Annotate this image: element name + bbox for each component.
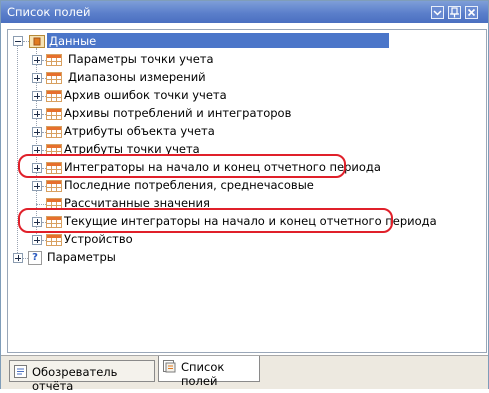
selection-bar [47,33,389,48]
highlight-ring [18,208,393,233]
pin-button[interactable] [448,6,461,19]
table-icon [46,90,62,102]
tree-node-label: Диапазоны измерений [68,70,206,84]
tree-node-data[interactable]: Данные [8,32,486,50]
table-icon [46,126,62,138]
tree-node-label: Атрибуты объекта учета [64,124,215,138]
highlight-ring [18,154,346,178]
chevron-down-icon [433,10,442,16]
table-icon [46,180,62,192]
collapse-toggle[interactable] [13,36,23,46]
expand-toggle[interactable] [32,181,42,191]
expand-toggle[interactable] [32,235,42,245]
tree-node-label: Последние потребления, среднечасовые [64,178,314,192]
report-explorer-icon [14,365,27,378]
close-button[interactable] [465,6,478,19]
panel-title: Список полей [7,5,91,19]
tree-node-label: Параметры точки учета [68,52,214,66]
tree-node[interactable]: Диапазоны измерений [8,68,478,86]
tree-node[interactable]: Архив ошибок точки учета [8,86,478,104]
database-icon [29,35,45,48]
tree-node-label: Данные [49,34,97,48]
tree-node[interactable]: Атрибуты объекта учета [8,122,478,140]
expand-toggle[interactable] [13,253,23,263]
tab-bar: Обозреватель отчёта Список полей [1,355,488,393]
close-icon [467,8,476,17]
field-list-icon [163,360,176,373]
tree-node-label: Архивы потреблений и интеграторов [64,106,292,120]
tree-node-label: Устройство [64,232,133,246]
expand-toggle[interactable] [32,73,42,83]
tree-node[interactable]: Последние потребления, среднечасовые [8,176,478,194]
panel-titlebar: Список полей [1,1,488,23]
expand-toggle[interactable] [32,55,42,65]
expand-toggle[interactable] [32,91,42,101]
field-list-panel: Список полей Данные Параметры точки учет… [0,0,489,393]
tree-connector [36,204,46,205]
tree-node-label: Параметры [47,250,116,264]
table-icon [46,54,62,66]
table-icon [46,108,62,120]
tree-node-label: Архив ошибок точки учета [64,88,227,102]
table-icon [46,72,62,84]
tab-report-explorer[interactable]: Обозреватель отчёта [9,360,155,393]
tab-field-list[interactable]: Список полей [158,356,260,388]
expand-toggle[interactable] [32,127,42,137]
tree-node[interactable]: Архивы потреблений и интеграторов [8,104,478,122]
table-icon [46,234,62,246]
field-tree[interactable]: Данные Параметры точки учета Диапазоны и… [7,29,487,353]
expand-toggle[interactable] [32,109,42,119]
tree-node-parameters[interactable]: ? Параметры [8,248,478,266]
pin-icon [450,7,459,18]
tree-node[interactable]: Параметры точки учета [8,50,478,68]
question-icon: ? [28,251,42,265]
tab-label: Список полей [181,360,225,388]
dropdown-button[interactable] [431,6,444,19]
